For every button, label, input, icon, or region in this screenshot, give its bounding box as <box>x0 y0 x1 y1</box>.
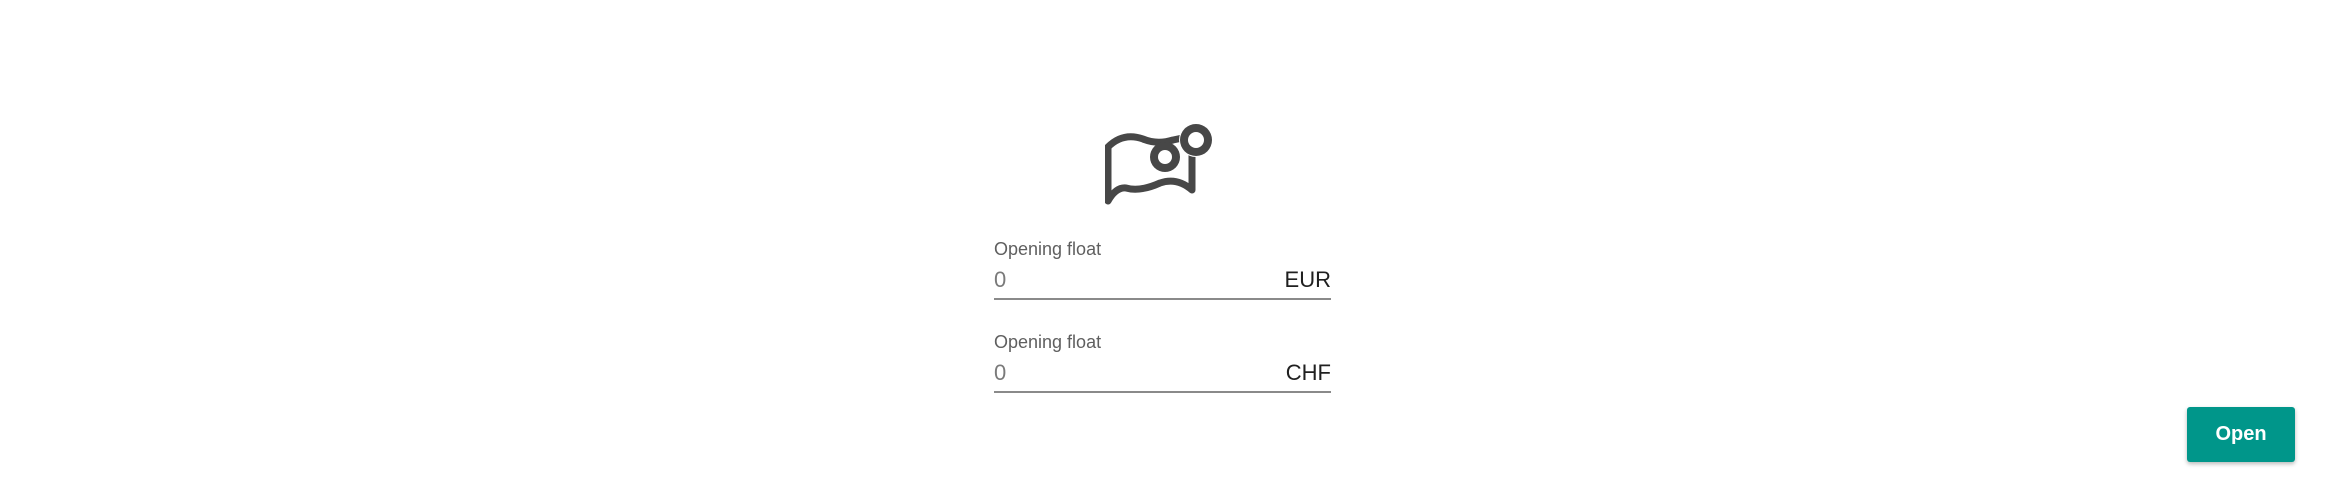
opening-float-chf-field: Opening float CHF <box>994 331 1331 393</box>
opening-float-eur-label: Opening float <box>994 239 1102 259</box>
opening-float-chf-input[interactable] <box>994 357 1244 389</box>
open-button[interactable]: Open <box>2187 407 2295 462</box>
opening-float-eur-input[interactable] <box>994 264 1244 296</box>
opening-float-eur-underline: EUR <box>994 264 1331 300</box>
currency-chf-suffix: CHF <box>1285 360 1331 385</box>
opening-float-chf-underline: CHF <box>994 357 1331 393</box>
opening-float-chf-label: Opening float <box>994 332 1102 352</box>
open-register-screen: Opening float EUR Opening float CHF Open <box>0 0 2325 487</box>
opening-float-eur-field: Opening float EUR <box>994 238 1331 300</box>
cash-register-open-icon <box>1105 123 1213 205</box>
currency-eur-suffix: EUR <box>1284 267 1331 292</box>
